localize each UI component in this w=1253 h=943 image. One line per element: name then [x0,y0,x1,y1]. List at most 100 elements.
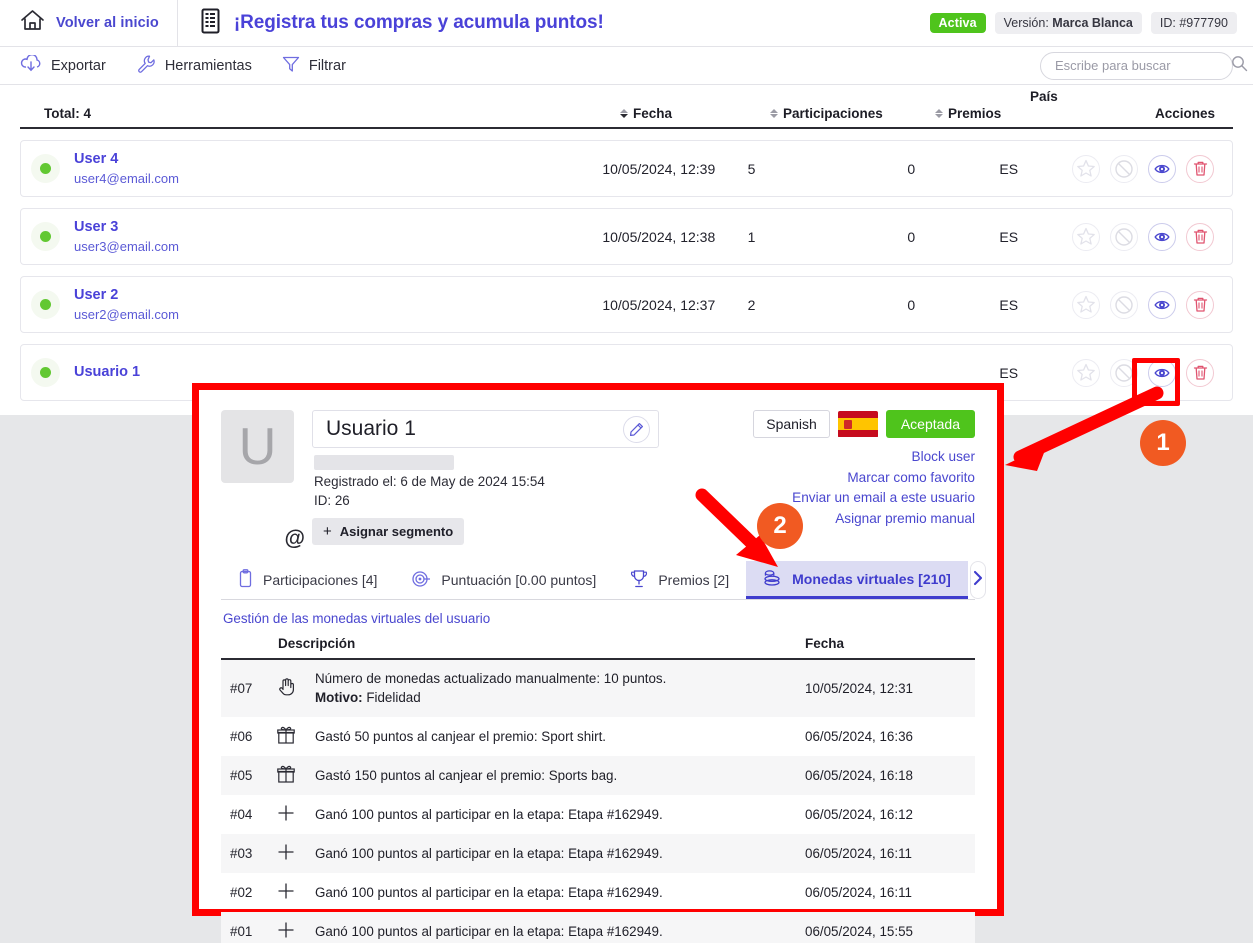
coin-transaction-row: #04 Ganó 100 puntos al participar en la e… [221,795,975,834]
export-button[interactable]: Exportar [20,53,106,77]
view-user-icon[interactable] [1148,222,1176,251]
inner-table-body: #07 Número de monedas actualizado manualm… [221,659,975,943]
favorite-star-icon[interactable] [1072,290,1100,319]
acceptance-status-button[interactable]: Aceptada [885,410,975,438]
transaction-id: #06 [230,728,253,744]
app-root: Volver al inicio ¡Registra tus compras y… [0,0,1253,943]
block-user-icon[interactable] [1110,154,1138,183]
column-header-pais: País [1030,89,1058,104]
table-row[interactable]: User 3 user3@email.com 10/05/2024, 12:38 1 0… [20,208,1233,265]
modal-link-2[interactable]: Enviar un email a este usuario [792,488,975,509]
user-info: User 2 user2@email.com [74,286,179,323]
column-header-acciones: Acciones [1154,106,1215,121]
user-info: User 4 user4@email.com [74,150,179,187]
delete-user-icon[interactable] [1186,290,1214,319]
transaction-description-cell: Ganó 100 puntos al participar en la etap… [315,912,805,943]
plus-icon [277,795,315,834]
view-user-icon[interactable] [1148,154,1176,183]
cell-pais: ES [999,228,1019,245]
filter-button[interactable]: Filtrar [282,55,346,77]
transaction-description: Ganó 100 puntos al participar en la etap… [315,923,663,939]
transaction-description: Gastó 50 puntos al canjear el premio: Sp… [315,728,607,744]
user-detail-modal: U @ Usuario 1 Registrado el: 6 de May de… [192,383,1004,943]
annotation-marker-2: 2 [757,503,803,549]
cell-participaciones: 2 [747,296,756,313]
tab-label: Premios [2] [658,572,730,588]
delete-user-icon[interactable] [1186,222,1214,251]
favorite-star-icon[interactable] [1072,222,1100,251]
transaction-description-cell: Número de monedas actualizado manualment… [315,659,805,717]
search-box[interactable] [1040,51,1248,80]
sort-icon-participaciones[interactable] [770,109,778,118]
avatar-wrap: U @ [221,410,305,550]
gift-icon [277,717,315,756]
user-name[interactable]: User 2 [74,287,118,303]
transaction-date: 06/05/2024, 16:11 [805,884,912,900]
annotation-marker-1: 1 [1140,420,1186,466]
total-count: Total: 4 [44,106,91,121]
transaction-description: Ganó 100 puntos al participar en la etap… [315,806,663,822]
block-user-icon[interactable] [1110,222,1138,251]
tabs-next-button[interactable] [969,561,986,599]
tools-label: Herramientas [164,57,252,74]
status-dot-icon [31,153,60,183]
table-row[interactable]: User 2 user2@email.com 10/05/2024, 12:37 2 0… [20,276,1233,333]
clipboard-icon [238,568,253,592]
block-user-icon[interactable] [1110,290,1138,319]
modal-identity: Usuario 1 Registrado el: 6 de May de 202… [312,410,659,545]
language-button[interactable]: Spanish [753,410,830,438]
chevron-right-icon [971,570,985,591]
search-input[interactable] [1055,58,1231,73]
gift-icon [277,756,315,795]
status-dot-icon [31,358,60,387]
user-name[interactable]: User 3 [74,219,118,235]
transaction-description: Gastó 150 puntos al canjear el premio: S… [315,767,618,783]
search-icon[interactable] [1231,55,1248,77]
column-header-fecha[interactable]: Fecha [620,106,770,121]
promo-header: ¡Registra tus compras y acumula puntos! [178,8,604,39]
coin-transaction-row: #02 Ganó 100 puntos al participar en la e… [221,873,975,912]
tab-2[interactable]: Premios [2] [613,561,746,599]
column-header-premios[interactable]: Premios [935,106,1030,121]
tab-1[interactable]: Puntuación [0.00 puntos] [394,561,613,599]
back-home-button[interactable]: Volver al inicio [0,0,178,47]
user-name[interactable]: Usuario 1 [74,364,140,380]
coin-transaction-row: #05 Gastó 150 puntos al canjear el premio… [221,755,975,795]
user-name-field[interactable]: Usuario 1 [312,410,659,448]
user-name[interactable]: User 4 [74,151,118,167]
tab-3[interactable]: Monedas virtuales [210] [746,561,968,599]
tab-0[interactable]: Participaciones [4] [221,561,394,599]
assign-segment-button[interactable]: + Asignar segmento [312,518,465,545]
modal-link-3[interactable]: Asignar premio manual [792,509,975,530]
delete-user-icon[interactable] [1186,358,1214,387]
coins-icon [763,568,782,589]
users-table-area: Total: 4 Fecha Participaciones Premios P… [0,85,1253,415]
status-dot-icon [31,221,60,251]
cell-pais: ES [999,160,1019,177]
delete-user-icon[interactable] [1186,154,1214,183]
virtual-coins-table: Descripción Fecha #07 Número de monedas a… [221,636,975,943]
plus-icon [277,834,315,873]
modal-link-1[interactable]: Marcar como favorito [792,468,975,489]
favorite-star-icon[interactable] [1072,358,1100,387]
assign-segment-label: Asignar segmento [339,524,454,539]
user-name-value: Usuario 1 [326,417,416,440]
column-label-participaciones: Participaciones [783,106,883,121]
user-cell: User 2 user2@email.com [21,286,602,323]
transaction-id: #07 [230,680,253,696]
table-row[interactable]: User 4 user4@email.com 10/05/2024, 12:39 5 0… [20,140,1233,197]
transaction-description-cell: Gastó 150 puntos al canjear el premio: S… [315,756,805,795]
favorite-star-icon[interactable] [1072,154,1100,183]
sort-icon-premios[interactable] [935,109,943,118]
modal-link-0[interactable]: Block user [792,447,975,468]
column-header-participaciones[interactable]: Participaciones [770,106,935,121]
wrench-icon [136,54,156,78]
sort-icon-fecha[interactable] [620,109,628,118]
column-label-fecha: Fecha [633,106,673,121]
tools-button[interactable]: Herramientas [136,54,252,78]
coin-transaction-row: #06 Gastó 50 puntos al canjear el premio:… [221,717,975,756]
coin-transaction-row: #07 Número de monedas actualizado manualm… [221,659,975,717]
edit-pencil-icon[interactable] [623,415,650,443]
version-chip: Versión: Marca Blanca [994,12,1142,34]
view-user-icon[interactable] [1148,290,1176,319]
